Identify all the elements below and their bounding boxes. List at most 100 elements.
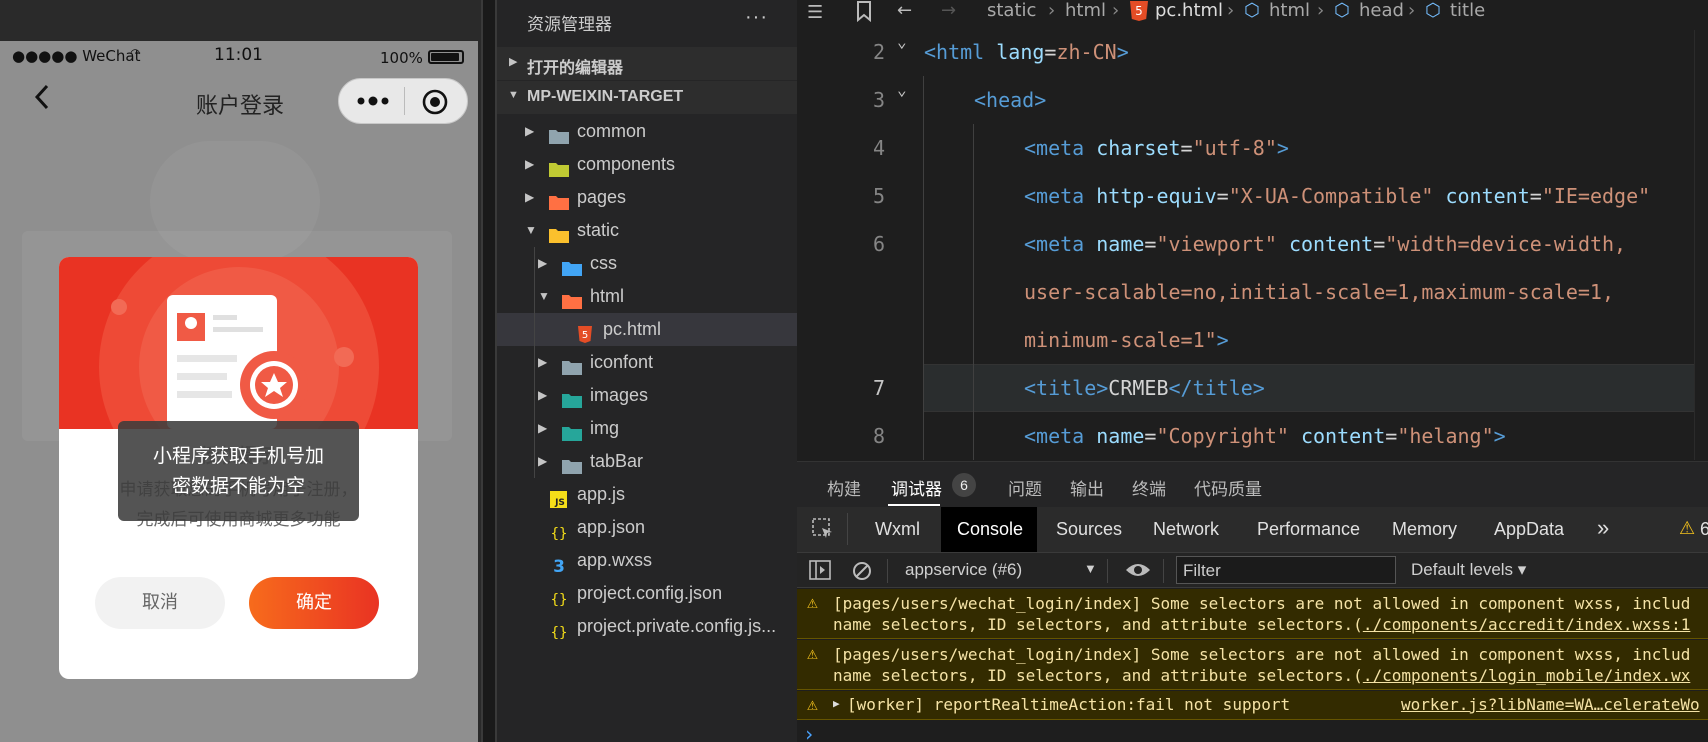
chevron-right-icon[interactable]: ▶ [538,379,552,412]
bookmark-icon[interactable] [855,0,873,27]
tree-item-project-private-config-js-[interactable]: {} project.private.config.js... [497,610,797,643]
tab-problems[interactable]: 问题 [1008,475,1042,500]
code-line[interactable]: 4 <meta charset="utf-8"> [797,124,1708,172]
chevron-down-icon[interactable]: ▼ [525,214,539,247]
eye-icon[interactable] [1125,560,1151,585]
clear-console-icon[interactable] [851,560,873,587]
console-warning-message[interactable]: ⚠ ▶ [worker] reportRealtimeAction:fail not… [797,691,1708,720]
code-area[interactable]: 2 ⌄ <html lang=zh-CN> 3 ⌄ <head> 4 <meta charse… [797,30,1708,460]
crumb-file[interactable]: pc.html [1155,0,1223,21]
warning-icon: ⚠ [807,592,818,613]
line-number: 7 [872,376,885,400]
indent-guide [923,412,924,460]
code-line[interactable]: 7 <title>CRMEB</title> [797,364,1708,412]
tab-output[interactable]: 输出 [1070,475,1104,500]
tree-item-pc-html[interactable]: 5 pc.html [497,313,797,346]
back-nav-icon[interactable]: ← [897,0,912,21]
devtools-tab-appdata[interactable]: AppData [1494,519,1564,540]
crumb-html-folder[interactable]: html [1065,0,1106,21]
confirm-button[interactable]: 确定 [249,577,379,629]
code-line[interactable]: user-scalable=no,initial-scale=1,maximum… [797,268,1708,316]
outline-icon[interactable]: ☰ [807,2,823,23]
tab-code-quality[interactable]: 代码质量 [1194,475,1262,500]
chevron-right-icon[interactable]: ▶ [538,445,552,478]
console-warning-message[interactable]: ⚠ [pages/users/wechat_login/index] Some s… [797,589,1708,639]
code-line[interactable]: 3 ⌄ <head> [797,76,1708,124]
chevron-right-icon[interactable]: ▶ [538,247,552,280]
code-line[interactable]: 8 <meta name="Copyright" content="helang"… [797,412,1708,460]
chevron-right-icon[interactable]: ▶ [525,148,539,181]
filter-input[interactable]: Filter [1176,556,1396,584]
more-tabs-icon[interactable]: » [1597,515,1609,541]
tab-terminal[interactable]: 终端 [1132,475,1166,500]
project-section[interactable]: ▼ MP-WEIXIN-TARGET [497,81,797,114]
chevron-right-icon[interactable]: ▶ [525,181,539,214]
back-icon[interactable] [32,82,54,112]
tree-item-img[interactable]: ▶ img [497,412,797,445]
tree-item-iconfont[interactable]: ▶ iconfont [497,346,797,379]
source-link[interactable]: ./components/login_mobile/index.wx [1363,666,1691,685]
chevron-right-icon[interactable]: ▶ [525,115,539,148]
devtools-tab-wxml[interactable]: Wxml [875,519,920,540]
indent-guide [923,268,924,316]
inspect-element-icon[interactable] [811,517,835,546]
code-line[interactable]: 2 ⌄ <html lang=zh-CN> [797,30,1708,76]
line-number: 3 [872,88,885,112]
console-prompt[interactable]: › [803,722,815,742]
devtools-tab-performance[interactable]: Performance [1257,519,1360,540]
code-line[interactable]: minimum-scale=1"> [797,316,1708,364]
tree-item-tabbar[interactable]: ▶ tabBar [497,445,797,478]
code-token: charset [1096,136,1181,160]
tree-item-common[interactable]: ▶ common [497,115,797,148]
tab-debugger[interactable]: 调试器 [891,475,942,500]
tree-item-static[interactable]: ▼ static [497,214,797,247]
crumb-title[interactable]: title [1450,0,1485,21]
tree-item-pages[interactable]: ▶ pages [497,181,797,214]
context-dropdown-icon[interactable]: ▼ [1084,561,1097,576]
tree-item-images[interactable]: ▶ images [497,379,797,412]
close-miniprogram-icon[interactable] [421,88,449,116]
fold-chevron-icon[interactable]: ⌄ [897,30,907,66]
chevron-right-icon[interactable]: ▶ [538,346,552,379]
tab-build[interactable]: 构建 [827,475,861,500]
console-warning-message[interactable]: ⚠ [pages/users/wechat_login/index] Some s… [797,640,1708,690]
code-text: <meta http-equiv="X-UA-Compatible" conte… [1024,172,1650,220]
more-actions-icon[interactable]: ··· [745,6,768,29]
crumb-html-tag[interactable]: html [1269,0,1310,21]
more-dots-icon[interactable] [353,90,393,112]
warning-count-icon[interactable]: ⚠ [1679,518,1695,539]
svg-text:5: 5 [582,330,588,341]
tree-item-app-wxss[interactable]: 3 app.wxss [497,544,797,577]
tree-item-app-js[interactable]: JS app.js [497,478,797,511]
devtools-tab-console[interactable]: Console [957,519,1023,540]
tree-item-html[interactable]: ▼ html [497,280,797,313]
editor-scrollbar[interactable] [1694,30,1708,460]
devtools-tab-network[interactable]: Network [1153,519,1219,540]
chevron-down-icon[interactable]: ▼ [538,280,552,313]
source-link[interactable]: ./components/accredit/index.wxss:1 [1363,615,1691,634]
forward-nav-icon[interactable]: → [941,0,956,21]
tree-item-components[interactable]: ▶ components [497,148,797,181]
tree-item-label: app.js [577,484,626,504]
tree-item-project-config-json[interactable]: {} project.config.json [497,577,797,610]
source-link[interactable]: worker.js?libName=WA…celerateWo [1401,695,1700,714]
splitter[interactable] [481,0,497,742]
chevron-right-icon[interactable]: ▶ [538,412,552,445]
sidebar-toggle-icon[interactable] [809,560,831,585]
tree-item-app-json[interactable]: {} app.json [497,511,797,544]
tree-item-css[interactable]: ▶ css [497,247,797,280]
folder-icon [561,453,583,474]
context-select[interactable]: appservice (#6) [905,560,1022,580]
crumb-static[interactable]: static [987,0,1036,21]
fold-chevron-icon[interactable]: ⌄ [897,66,907,114]
tree-item-label: static [577,220,620,240]
code-line[interactable]: 6 <meta name="viewport" content="width=de… [797,220,1708,268]
crumb-head[interactable]: head [1359,0,1404,21]
levels-dropdown[interactable]: Default levels ▾ [1411,560,1526,580]
cancel-button[interactable]: 取消 [95,577,225,629]
open-editors-section[interactable]: ▶ 打开的编辑器 [497,47,797,80]
expand-arrow-icon[interactable]: ▶ [833,697,840,710]
devtools-tab-memory[interactable]: Memory [1392,519,1457,540]
devtools-tab-sources[interactable]: Sources [1056,519,1122,540]
code-line[interactable]: 5 <meta http-equiv="X-UA-Compatible" cont… [797,172,1708,220]
